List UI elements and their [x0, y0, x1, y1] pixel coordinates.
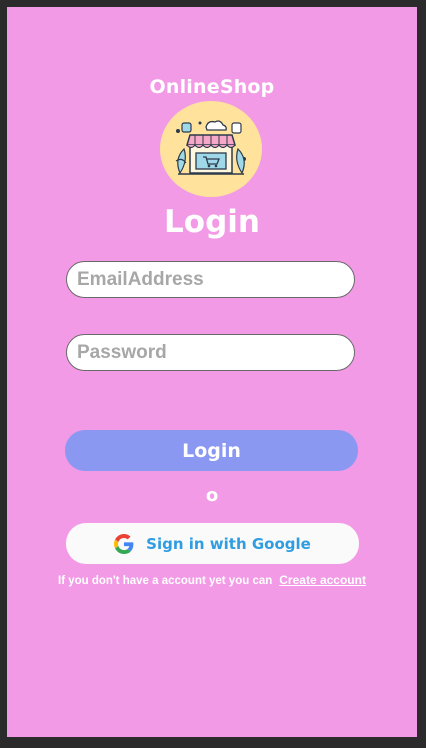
- page-title: Login: [164, 204, 260, 240]
- google-sign-in-button[interactable]: Sign in with Google: [66, 523, 359, 564]
- signup-prompt: If you don't have a account yet you can …: [7, 573, 417, 587]
- separator-text: o: [205, 485, 219, 506]
- password-field[interactable]: [66, 334, 355, 371]
- login-screen: OnlineShop Login EmailAddress Login o Si…: [7, 7, 417, 737]
- google-g-icon: [114, 533, 134, 554]
- create-account-link[interactable]: Create account: [279, 573, 366, 587]
- email-field[interactable]: [66, 261, 355, 298]
- brand-name: OnlineShop: [149, 76, 275, 98]
- google-sign-in-label: Sign in with Google: [146, 534, 311, 553]
- shop-storefront-icon: [160, 101, 262, 197]
- signup-prompt-text: If you don't have a account yet you can: [58, 575, 273, 587]
- login-button[interactable]: Login: [65, 430, 358, 471]
